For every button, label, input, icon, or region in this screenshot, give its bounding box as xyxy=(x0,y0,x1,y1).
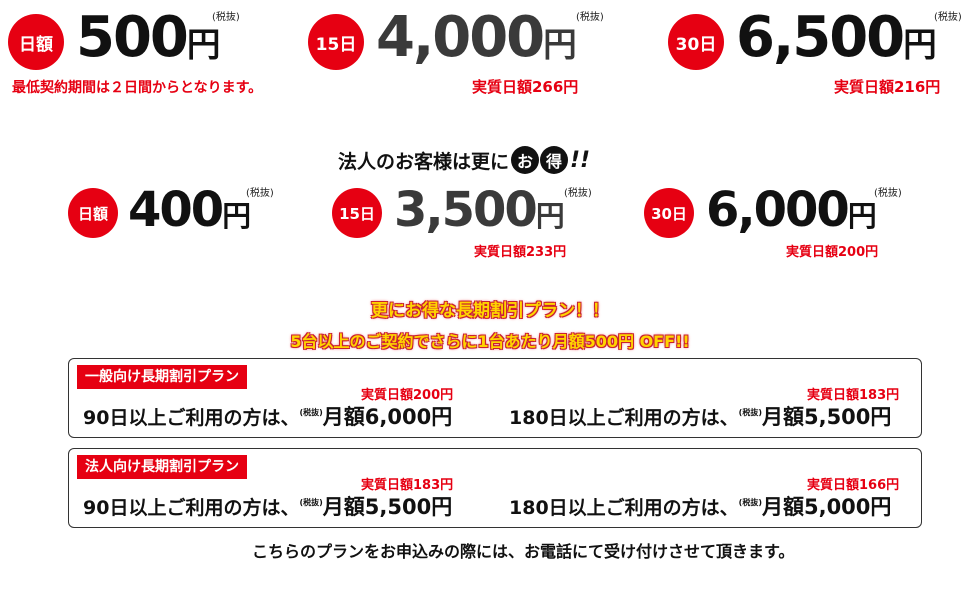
corporate-heading-bang: !! xyxy=(570,147,591,173)
corp-15day-effective-rate: 実質日額233円 xyxy=(474,245,567,260)
corp-15day-price-unit: 円 xyxy=(535,199,565,233)
general-plan-left-line: 90日以上ご利用の方は、(税抜)月額6,000円 xyxy=(83,401,452,431)
corp-15day-price-value: 3,500 xyxy=(394,182,538,238)
30day-price-unit: 円 xyxy=(903,25,937,64)
general-plan-panel: 一般向け長期割引プラン 実質日額200円 90日以上ご利用の方は、(税抜)月額6… xyxy=(68,358,922,438)
15day-price-unit: 円 xyxy=(543,25,577,64)
corp-daily-tax-label: (税抜) xyxy=(246,188,274,199)
15day-badge: 15日 xyxy=(308,14,364,70)
corp-plan-panel: 法人向け長期割引プラン 実質日額183円 90日以上ご利用の方は、(税抜)月額5… xyxy=(68,448,922,528)
general-plan-right-amount: 月額5,500円 xyxy=(761,405,892,429)
15day-tax-label: (税抜) xyxy=(576,12,604,23)
corp-plan-label: 法人向け長期割引プラン xyxy=(77,455,247,479)
otoku-o-circle: お xyxy=(511,146,540,174)
corp-30day-price: 6,000円 xyxy=(706,186,877,234)
15day-price-value: 4,000 xyxy=(376,5,545,70)
daily-price-unit: 円 xyxy=(186,25,221,64)
corp-15day-badge: 15日 xyxy=(332,188,382,238)
general-plan-left-tax: (税抜) xyxy=(299,408,323,417)
15day-price: 4,000円 xyxy=(376,10,577,66)
daily-tax-label: (税抜) xyxy=(212,12,240,23)
corp-15day-tax-label: (税抜) xyxy=(564,188,592,199)
general-plan-left-amount: 月額6,000円 xyxy=(322,405,453,429)
corp-plan-right-prefix: 180日以上ご利用の方は、 xyxy=(509,497,739,519)
corp-30day-tax-label: (税抜) xyxy=(874,188,902,199)
15day-effective-rate: 実質日額266円 xyxy=(472,78,579,96)
general-plan-right-line: 180日以上ご利用の方は、(税抜)月額5,500円 xyxy=(509,401,891,431)
corp-daily-price: 400円 xyxy=(128,186,251,234)
daily-price-value: 500 xyxy=(76,5,189,70)
30day-tax-label: (税抜) xyxy=(934,12,962,23)
corp-daily-price-value: 400 xyxy=(128,182,224,238)
corp-15day-price: 3,500円 xyxy=(394,186,565,234)
30day-price: 6,500円 xyxy=(736,10,937,66)
general-plan-label: 一般向け長期割引プラン xyxy=(77,365,247,389)
corp-daily-badge: 日額 xyxy=(68,188,118,238)
corp-30day-badge: 30日 xyxy=(644,188,694,238)
corporate-heading: 法人のお客様は更に お 得 !! xyxy=(338,144,590,176)
minimum-period-note: 最低契約期間は２日間からとなります。 xyxy=(12,80,263,96)
30day-price-value: 6,500 xyxy=(736,5,905,70)
promo-line-1: 更にお得な長期割引プラン！！ xyxy=(371,301,609,321)
phone-application-note: こちらのプランをお申込みの際には、お電話にて受け付けさせて頂きます。 xyxy=(252,542,795,561)
otoku-toku-circle: 得 xyxy=(540,146,569,174)
general-plan-left-prefix: 90日以上ご利用の方は、 xyxy=(83,407,300,429)
corp-plan-right-line: 180日以上ご利用の方は、(税抜)月額5,000円 xyxy=(509,491,891,521)
30day-effective-rate: 実質日額216円 xyxy=(834,78,941,96)
corp-plan-left-prefix: 90日以上ご利用の方は、 xyxy=(83,497,300,519)
general-plan-right-prefix: 180日以上ご利用の方は、 xyxy=(509,407,739,429)
corp-30day-price-unit: 円 xyxy=(847,199,877,233)
corp-30day-price-value: 6,000 xyxy=(706,182,850,238)
corp-plan-right-tax: (税抜) xyxy=(738,498,762,507)
promo-line-2: 5台以上のご契約でさらに1台あたり月額500円 OFF!! xyxy=(290,332,690,351)
corp-plan-left-amount: 月額5,500円 xyxy=(322,495,453,519)
general-plan-right-tax: (税抜) xyxy=(738,408,762,417)
corporate-heading-text: 法人のお客様は更に xyxy=(338,150,510,173)
daily-price: 500円 xyxy=(76,10,221,66)
daily-badge: 日額 xyxy=(8,14,64,70)
30day-badge: 30日 xyxy=(668,14,724,70)
corp-plan-right-amount: 月額5,000円 xyxy=(761,495,892,519)
corp-plan-left-tax: (税抜) xyxy=(299,498,323,507)
corp-daily-price-unit: 円 xyxy=(222,199,252,233)
corp-plan-left-line: 90日以上ご利用の方は、(税抜)月額5,500円 xyxy=(83,491,452,521)
corp-30day-effective-rate: 実質日額200円 xyxy=(786,245,879,260)
